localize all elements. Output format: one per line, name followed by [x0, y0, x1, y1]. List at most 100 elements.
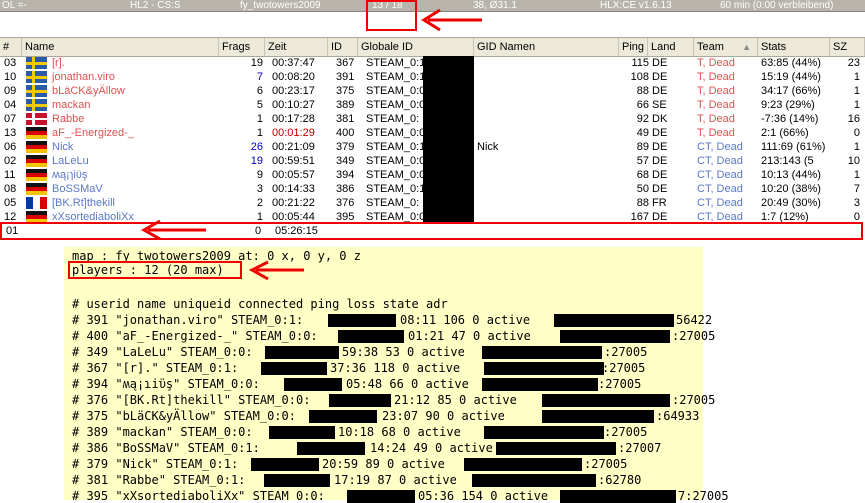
table-row[interactable]: 08 BoSSMaV 3 00:14:33 386 STEAM_0:1 50 DE CT, De… [0, 182, 865, 196]
console-line: # 386 "BoSSMaV" STEAM_0:1: [72, 441, 260, 455]
col-global-id[interactable]: Globale ID [358, 38, 474, 56]
col-frags[interactable]: Frags [219, 38, 265, 56]
player-ping: 108 [630, 71, 649, 83]
empty-slot-time: 05:26:15 [275, 225, 318, 237]
player-frags: 6 [256, 85, 263, 97]
player-global-id: STEAM_0:0 [366, 155, 424, 167]
player-team: T, Dead [697, 99, 735, 111]
player-sz: 1 [853, 169, 860, 181]
table-row[interactable]: 11 ʍą¡ɿiϋş 9 00:05:57 394 STEAM_0:0 68 DE CT, De… [0, 168, 865, 182]
player-id: 389 [336, 99, 355, 111]
redaction-box [265, 346, 339, 359]
console-line: # 376 "[BK.Rt]thekill" STEAM_0:0: [72, 393, 311, 407]
col-ping[interactable]: Ping [619, 38, 648, 56]
player-id: 400 [336, 127, 355, 139]
redaction-box [464, 458, 582, 471]
player-time: 00:23:17 [272, 85, 315, 97]
country-flag-icon [26, 141, 47, 153]
player-name: aF_-Energized-_ [52, 127, 134, 139]
console-output: map : fy_twotowers2009 at: 0 x, 0 y, 0 z… [64, 247, 729, 503]
col-name[interactable]: Name [22, 38, 219, 56]
console-line: # 394 "ʍą¡ɿiϋş" STEAM_0:0: [72, 377, 260, 391]
player-team: T, Dead [697, 113, 735, 125]
col-num[interactable]: # [0, 38, 22, 56]
players-count-highlight-box [68, 261, 242, 279]
country-flag-icon [26, 71, 47, 83]
player-country: DE [652, 183, 668, 195]
player-country: DE [652, 155, 668, 167]
player-sz: 3 [853, 197, 860, 209]
redaction-box [423, 140, 474, 154]
player-frags: 1 [256, 113, 263, 125]
player-global-id: STEAM_0: [366, 113, 420, 125]
player-country: DE [652, 85, 668, 97]
col-time[interactable]: Zeit [265, 38, 328, 56]
table-row[interactable]: 02 LaLeLu 19 00:59:51 349 STEAM_0:0 57 DE CT, De… [0, 154, 865, 168]
player-ping: 88 [636, 197, 649, 209]
player-name: mackan [52, 99, 91, 111]
col-id[interactable]: ID [328, 38, 358, 56]
arrow-icon [140, 219, 206, 240]
player-frags: 26 [250, 141, 263, 153]
player-sz: 23 [847, 57, 860, 69]
console-connection-info: 21:12 85 0 active [394, 393, 517, 407]
arrow-icon [248, 260, 304, 281]
console-port: :27005 [672, 393, 716, 407]
player-id: 386 [336, 183, 355, 195]
player-global-id: STEAM_0:1 [366, 71, 424, 83]
col-sz[interactable]: SZ [830, 38, 865, 56]
console-port: :27005 [602, 361, 646, 375]
country-flag-icon [26, 197, 47, 209]
player-name: BoSSMaV [52, 183, 103, 195]
redaction-box [284, 378, 342, 391]
console-connection-info: 37:36 118 0 active [330, 361, 461, 375]
player-stats: 10:13 (44%) [761, 169, 821, 181]
player-stats: -7:36 (14%) [761, 113, 819, 125]
redaction-box [554, 314, 674, 327]
table-row[interactable]: 03 [r]. 19 00:37:47 367 STEAM_0:1 115 DE T, Dead… [0, 56, 865, 70]
redaction-box [423, 112, 474, 126]
player-time: 00:21:09 [272, 141, 315, 153]
player-stats: 9:23 (29%) [761, 99, 815, 111]
col-stats[interactable]: Stats [758, 38, 830, 56]
table-row[interactable]: 13 aF_-Energized-_ 1 00:01:29 400 STEAM_0:0 49… [0, 126, 865, 140]
table-row[interactable]: 09 bLäCK&yÄllow 6 00:23:17 375 STEAM_0:0 88 DE T… [0, 84, 865, 98]
redaction-box [309, 410, 377, 423]
console-line: # 367 "[r]." STEAM_0:1: [72, 361, 239, 375]
player-sz: 1 [853, 71, 860, 83]
col-gid-names[interactable]: GID Namen [474, 38, 619, 56]
player-country: DE [652, 71, 668, 83]
row-number: 03 [4, 57, 17, 69]
console-port: :27005 [604, 425, 648, 439]
country-flag-icon [26, 183, 47, 195]
player-sz: 1 [853, 99, 860, 111]
empty-slot-row[interactable]: 01 0 05:26:15 [0, 222, 863, 240]
table-row[interactable]: 10 jonathan.viro 7 00:08:20 391 STEAM_0:1 108 D… [0, 70, 865, 84]
redaction-box [482, 346, 602, 359]
player-sz: 0 [853, 127, 860, 139]
status-time: 60 min (0:00 verbleibend) [720, 0, 834, 11]
console-line: # 400 "aF_-Energized-_" STEAM_0:0: [72, 329, 318, 343]
redaction-box [423, 154, 474, 168]
table-header: # Name Frags Zeit ID Globale ID GID Name… [0, 37, 865, 57]
redaction-box [328, 314, 396, 327]
redaction-box [251, 458, 319, 471]
console-connection-info: 05:36 154 0 active [418, 489, 549, 503]
player-global-id: STEAM_0:0 [366, 85, 424, 97]
table-row[interactable]: 05 [BK.Rt]thekill 2 00:21:22 376 STEAM_0: 88 FR… [0, 196, 865, 210]
col-team[interactable]: Team ▲ [694, 38, 758, 56]
players-highlight-box [366, 0, 417, 31]
player-time: 00:21:22 [272, 197, 315, 209]
redaction-box [329, 394, 391, 407]
table-row[interactable]: 04 mackan 5 00:10:27 389 STEAM_0:0 66 SE T, Dead… [0, 98, 865, 112]
console-port: 56422 [676, 313, 713, 327]
player-team: CT, Dead [697, 141, 743, 153]
console-port: :64933 [656, 409, 700, 423]
redaction-box [560, 330, 670, 343]
col-land[interactable]: Land [648, 38, 694, 56]
player-ping: 115 [631, 57, 649, 69]
table-row[interactable]: 06 Nick 26 00:21:09 379 STEAM_0:1 Nick 89 DE CT, … [0, 140, 865, 154]
country-flag-icon [26, 57, 47, 69]
player-id: 394 [336, 169, 355, 181]
table-row[interactable]: 07 Rabbe 1 00:17:28 381 STEAM_0: 92 DK T, Dead -7… [0, 112, 865, 126]
